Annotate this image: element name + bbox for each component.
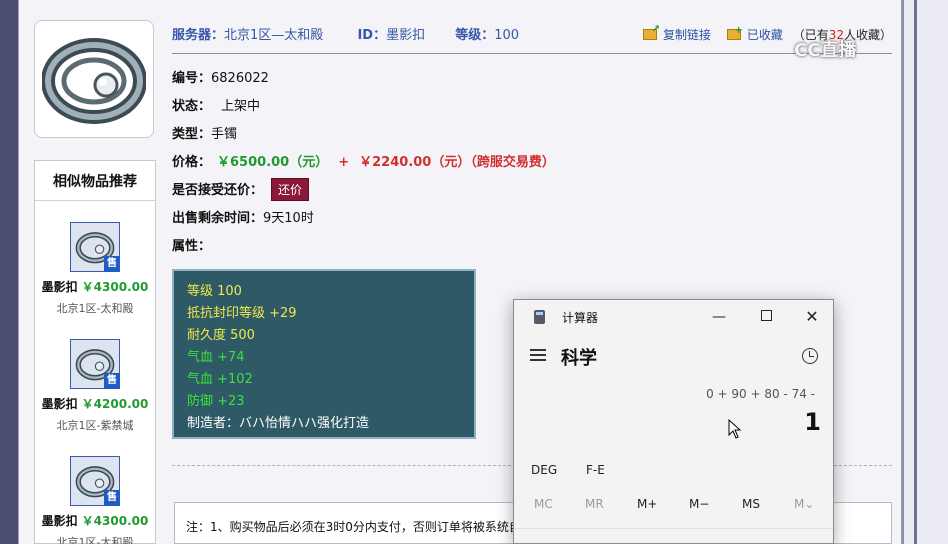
haggle-button[interactable]: 还价 [271, 178, 310, 201]
price-main: ￥6500.00（元） [217, 155, 329, 170]
attr-line: 抵抗封印等级 +29 [187, 306, 297, 321]
rec-thumbnail[interactable]: 售 [70, 456, 120, 506]
status-row: 状态： 上架中 [172, 95, 260, 114]
rec-item-server: 北京1区-太和殿 [56, 302, 134, 315]
rec-item-name[interactable]: 墨影扣 [42, 514, 78, 528]
calculator-result: 1 [804, 408, 821, 436]
attribute-panel: 等级 100 抵抗封印等级 +29 耐久度 500 气血 +74 气血 +102… [172, 269, 476, 439]
rec-item-price: ￥4300.00 [81, 280, 149, 294]
server-value: 北京1区—太和殿 [224, 28, 324, 43]
serial-row: 编号：6826022 [172, 67, 269, 86]
rec-item[interactable]: 售 墨影扣 ￥4300.00 北京1区-太和殿 [35, 222, 155, 316]
mr-button[interactable]: MR [585, 497, 604, 511]
price-fee: ￥2240.00（元）（跨服交易费） [359, 155, 555, 170]
type-row: 类型：手镯 [172, 123, 237, 142]
copy-link-button[interactable]: 复制链接 [663, 28, 711, 42]
haggle-label: 是否接受还价： [172, 183, 264, 198]
rec-thumbnail[interactable]: 售 [70, 222, 120, 272]
status-label: 状态： [172, 99, 212, 114]
hamburger-menu-icon[interactable] [530, 349, 546, 361]
page-scroll-band [902, 0, 948, 544]
favorite-button[interactable]: 已收藏 [747, 28, 783, 42]
attr-line: 等级 100 [187, 284, 242, 299]
rec-item-name[interactable]: 墨影扣 [42, 280, 78, 294]
ms-button[interactable]: MS [742, 497, 760, 511]
calculator-window[interactable]: 计算器 — ✕ 科学 0 + 90 + 80 - 74 - 1 DEG F-E … [513, 299, 834, 544]
history-icon[interactable] [802, 348, 818, 364]
fe-button[interactable]: F-E [586, 463, 605, 477]
calculator-divider [514, 528, 833, 529]
m-minus-button[interactable]: M− [689, 497, 709, 511]
id-value: 墨影扣 [386, 28, 426, 43]
price-row: 价格： ￥6500.00（元） + ￥2240.00（元）（跨服交易费） [172, 151, 555, 170]
serial-value: 6826022 [211, 71, 269, 86]
attr-line: 气血 +74 [187, 350, 245, 365]
calculator-icon [534, 310, 545, 324]
calculator-mode: 科学 [561, 348, 597, 369]
calculator-expression: 0 + 90 + 80 - 74 - [706, 387, 815, 401]
memory-list-button[interactable]: M⌄ [794, 497, 814, 511]
watermark-logo: CC直播 [794, 40, 857, 61]
time-row: 出售剩余时间：9天10时 [172, 207, 314, 226]
server-label: 服务器： [172, 28, 225, 43]
rec-thumbnail[interactable]: 售 [70, 339, 120, 389]
haggle-row: 是否接受还价： 还价 [172, 178, 310, 201]
attr-line: 制造者：バハ怡情ハハ强化打造 [187, 416, 370, 431]
time-value: 9天10时 [263, 211, 314, 226]
rec-item-price: ￥4200.00 [81, 397, 149, 411]
favorite-icon [726, 25, 743, 40]
time-label: 出售剩余时间： [172, 211, 264, 226]
rec-item-name[interactable]: 墨影扣 [42, 397, 78, 411]
bracelet-icon [42, 38, 146, 124]
item-image [34, 20, 154, 138]
level-value: 100 [494, 28, 520, 43]
minimize-button[interactable]: — [699, 304, 739, 330]
rec-item[interactable]: 售 墨影扣 ￥4200.00 北京1区-紫禁城 [35, 339, 155, 433]
attr-row: 属性： [172, 235, 211, 254]
copy-link-icon [643, 24, 660, 40]
calculator-titlebar[interactable]: 计算器 — ✕ [514, 300, 833, 334]
sell-tag: 售 [104, 373, 120, 389]
sell-tag: 售 [104, 490, 120, 506]
mouse-cursor-icon [728, 419, 742, 439]
m-plus-button[interactable]: M+ [637, 497, 657, 511]
type-value: 手镯 [211, 127, 238, 142]
attr-label: 属性： [172, 239, 212, 254]
attr-line: 耐久度 500 [187, 328, 255, 343]
attr-line: 防御 +23 [187, 394, 245, 409]
similar-items-panel: 相似物品推荐 售 墨影扣 ￥4300.00 北京1区-太和殿 售 墨影扣 ￥4200… [34, 160, 156, 544]
item-header: 服务器：北京1区—太和殿 ID：墨影扣 等级：100 复制链接 已收藏 （已有3… [172, 24, 892, 54]
price-plus: + [338, 155, 350, 170]
level-label: 等级： [455, 28, 495, 43]
mc-button[interactable]: MC [534, 497, 553, 511]
rec-item-server: 北京1区-太和殿 [56, 536, 134, 544]
similar-items-title: 相似物品推荐 [35, 161, 155, 201]
status-value: 上架中 [221, 99, 261, 114]
serial-label: 编号： [172, 71, 212, 86]
rec-item-server: 北京1区-紫禁城 [56, 419, 134, 432]
deg-button[interactable]: DEG [531, 463, 557, 477]
rec-item[interactable]: 售 墨影扣 ￥4300.00 北京1区-太和殿 [35, 456, 155, 544]
rec-item-price: ￥4300.00 [81, 514, 149, 528]
sell-tag: 售 [104, 256, 120, 272]
price-label: 价格： [172, 155, 212, 170]
type-label: 类型： [172, 127, 212, 142]
calculator-title: 计算器 [562, 311, 599, 325]
close-button[interactable]: ✕ [792, 304, 832, 330]
attr-line: 气血 +102 [187, 372, 253, 387]
maximize-button[interactable] [746, 304, 786, 330]
id-label: ID： [357, 28, 387, 43]
